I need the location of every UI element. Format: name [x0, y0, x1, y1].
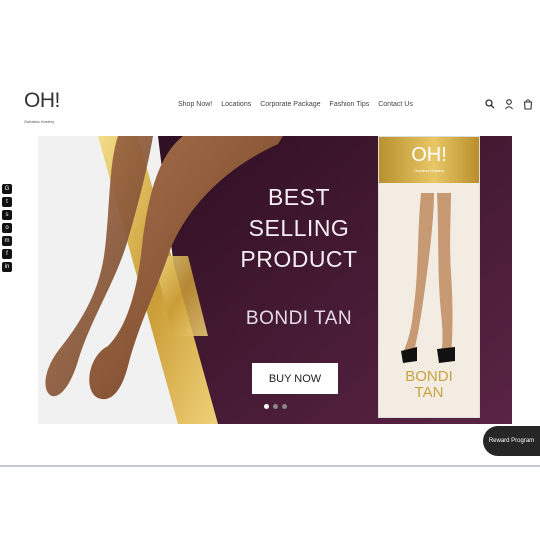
reward-program-button[interactable]: Reward Program: [483, 426, 540, 456]
snapchat-icon[interactable]: s: [2, 210, 12, 220]
slide-dot-1[interactable]: [264, 404, 269, 409]
divider: [0, 465, 540, 467]
headline-line: SELLING: [248, 215, 350, 241]
logo[interactable]: OH! Oshalisa Hosiery: [24, 90, 84, 130]
nav-corporate-package[interactable]: Corporate Package: [260, 99, 320, 111]
linkedin-icon[interactable]: in: [2, 262, 12, 272]
facebook-icon[interactable]: f: [2, 249, 12, 259]
user-icon[interactable]: [504, 98, 514, 110]
product-name: BONDI TAN: [245, 308, 353, 329]
package-header: OH! Oshalisa Hosiery: [379, 137, 479, 183]
header-icons: [485, 98, 533, 110]
nav-shop-now[interactable]: Shop Now!: [178, 99, 212, 111]
package-logo: OH!: [411, 144, 447, 166]
nav-contact-us[interactable]: Contact Us: [378, 99, 413, 111]
site-header: OH! Oshalisa Hosiery Shop Now! Locations…: [0, 80, 540, 136]
hero-headline: BEST SELLING PRODUCT: [234, 182, 364, 275]
nav-fashion-tips[interactable]: Fashion Tips: [330, 99, 370, 111]
package-name-line: TAN: [414, 384, 444, 401]
package-subtitle: Oshalisa Hosiery: [413, 168, 445, 173]
search-icon[interactable]: [485, 98, 495, 110]
package-product-name: BONDI TAN: [379, 369, 479, 401]
cart-icon[interactable]: [523, 98, 533, 110]
logo-text: OH!: [24, 89, 60, 112]
hero-banner: BEST SELLING PRODUCT BONDI TAN BUY NOW O…: [38, 136, 512, 424]
package-name-line: BONDI: [405, 368, 453, 385]
headline-line: PRODUCT: [240, 246, 358, 272]
twitter-icon[interactable]: t: [2, 197, 12, 207]
slide-dot-2[interactable]: [273, 404, 278, 409]
product-package: OH! Oshalisa Hosiery BONDI TAN: [378, 136, 480, 418]
package-legs-image: [401, 193, 455, 363]
headline-line: BEST: [267, 184, 331, 210]
instagram-icon[interactable]: o: [2, 223, 12, 233]
social-sidebar: G t s o m f in: [2, 184, 12, 272]
main-nav: Shop Now! Locations Corporate Package Fa…: [178, 99, 413, 111]
logo-subtitle: Oshalisa Hosiery: [24, 119, 55, 124]
messenger-icon[interactable]: m: [2, 236, 12, 246]
nav-locations[interactable]: Locations: [221, 99, 251, 111]
buy-now-button[interactable]: BUY NOW: [252, 363, 338, 394]
slide-dot-3[interactable]: [282, 404, 287, 409]
slider-dots: [264, 404, 287, 409]
google-plus-icon[interactable]: G: [2, 184, 12, 194]
